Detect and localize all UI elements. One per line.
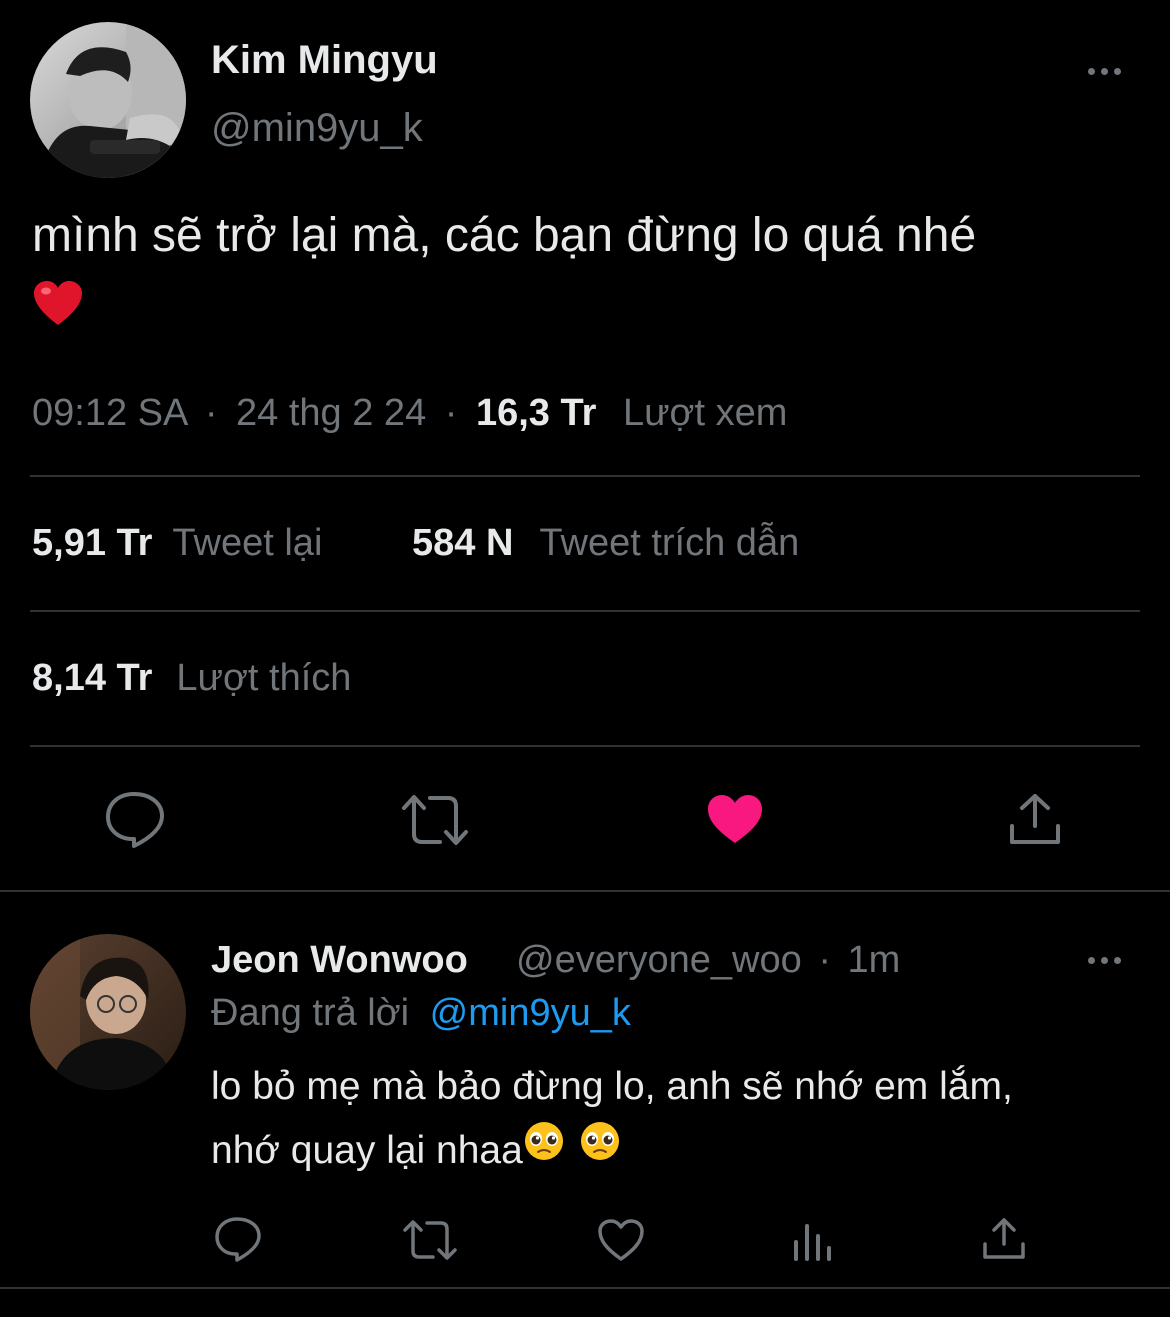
tweet-text: mình sẽ trở lại mà, các bạn đừng lo quá … [32, 200, 1152, 348]
tweet-meta: 09:12 SA · 24 thg 2 24 · 16,3 Tr Lượt xe… [32, 392, 787, 435]
pleading-face-emoji [579, 1118, 621, 1182]
reply-share-icon[interactable] [982, 1217, 1026, 1261]
likes-label: Lượt thích [176, 657, 352, 699]
quotes-label: Tweet trích dẫn [539, 522, 800, 564]
reply-time[interactable]: 1m [848, 939, 901, 981]
reply-reply-icon[interactable] [214, 1216, 262, 1262]
tweet-time[interactable]: 09:12 SA [32, 392, 186, 434]
reply-more-icon[interactable] [1088, 957, 1121, 964]
reply-text: lo bỏ mẹ mà bảo đừng lo, anh sẽ nhớ em l… [211, 1055, 1151, 1183]
meta-separator: · [444, 392, 458, 434]
reply-text-line1: lo bỏ mẹ mà bảo đừng lo, anh sẽ nhớ em l… [211, 1065, 1013, 1108]
likes-stat[interactable]: 8,14 Tr Lượt thích [32, 657, 351, 700]
quotes-stat[interactable]: 584 N Tweet trích dẫn [412, 522, 799, 565]
divider [30, 610, 1140, 612]
reply-author-handle[interactable]: @everyone_woo [516, 939, 802, 981]
reply-author-avatar[interactable] [30, 934, 186, 1090]
reply-icon[interactable] [104, 790, 166, 848]
divider [30, 475, 1140, 477]
reply-author-name[interactable]: Jeon Wonwoo [211, 939, 468, 982]
divider [30, 745, 1140, 747]
meta-separator: · [818, 939, 831, 981]
reply-retweet-icon[interactable] [402, 1218, 458, 1262]
replying-to-link[interactable]: @min9yu_k [430, 992, 631, 1034]
section-divider [0, 890, 1170, 892]
author-avatar[interactable] [30, 22, 186, 178]
retweets-stat[interactable]: 5,91 Tr Tweet lại [32, 522, 322, 565]
reply-text-line2: nhớ quay lại nhaa [211, 1129, 523, 1172]
more-icon[interactable] [1088, 68, 1121, 75]
author-name[interactable]: Kim Mingyu [211, 38, 438, 83]
replying-prefix: Đang trả lời [211, 992, 410, 1034]
views-label: Lượt xem [622, 392, 788, 434]
reply-meta: @everyone_woo · 1m [516, 939, 900, 982]
pleading-face-emoji [523, 1118, 565, 1182]
likes-count: 8,14 Tr [32, 657, 153, 699]
retweet-icon[interactable] [400, 792, 470, 848]
retweets-label: Tweet lại [172, 522, 323, 564]
share-icon[interactable] [1008, 792, 1062, 848]
like-icon[interactable] [706, 793, 764, 845]
heart-emoji [32, 276, 84, 348]
meta-separator: · [204, 392, 218, 434]
section-divider [0, 1287, 1170, 1289]
replying-to-line: Đang trả lời @min9yu_k [211, 992, 631, 1035]
author-handle[interactable]: @min9yu_k [211, 106, 423, 151]
retweets-count: 5,91 Tr [32, 522, 153, 564]
quotes-count: 584 N [412, 522, 514, 564]
tweet-date[interactable]: 24 thg 2 24 [236, 392, 426, 434]
views-count: 16,3 Tr [475, 392, 597, 434]
reply-like-icon[interactable] [597, 1218, 645, 1262]
tweet-text-content: mình sẽ trở lại mà, các bạn đừng lo quá … [32, 209, 977, 262]
analytics-icon[interactable] [792, 1222, 834, 1262]
